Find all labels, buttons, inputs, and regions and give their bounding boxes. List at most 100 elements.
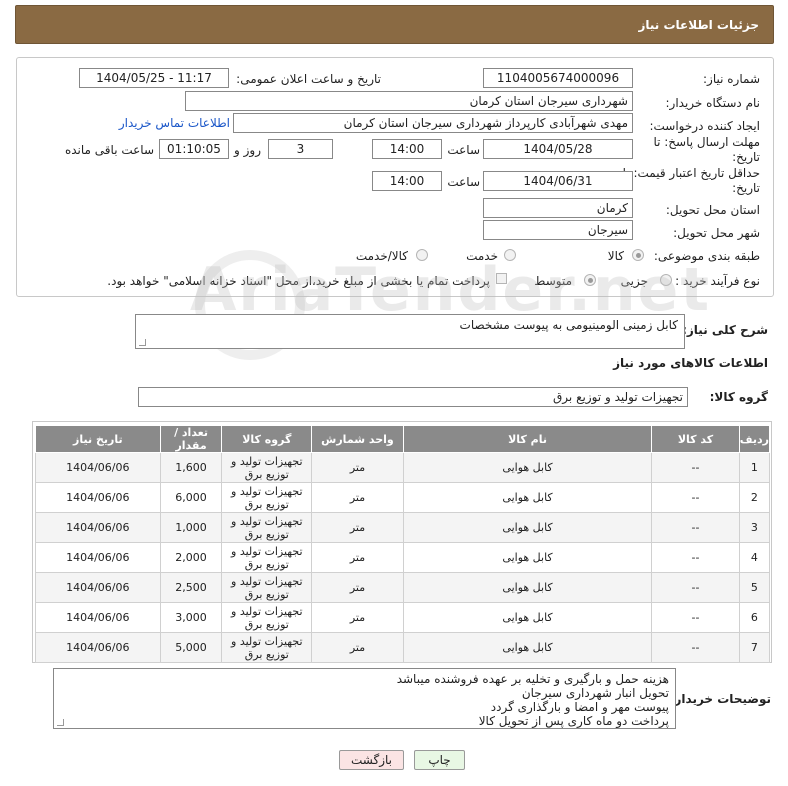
process-radio-minor[interactable] <box>660 274 672 286</box>
goods-table-header: ردیف کد کالا نام کالا واحد شمارش گروه کا… <box>35 425 771 453</box>
cell-quantity: 2,500 <box>159 572 223 603</box>
cell-row-number: 5 <box>738 572 771 603</box>
cell-quantity: 6,000 <box>159 482 223 513</box>
buyer-org-field[interactable]: شهرداری سیرجان استان کرمان <box>185 91 633 111</box>
buyer-notes-line: پیوست مهر و امضا و بارگذاری گردد <box>490 700 669 714</box>
deadline-date-field[interactable]: 1404/05/28 <box>483 139 633 159</box>
table-row[interactable]: 2 -- کابل هوایی متر تجهیزات تولید و توزیع بر… <box>35 482 771 513</box>
treasury-payment-note: پرداخت تمام یا بخشی از مبلغ خرید،از محل … <box>107 274 490 288</box>
cell-need-date: 1404/06/06 <box>35 482 161 513</box>
resize-handle-icon[interactable] <box>57 719 64 726</box>
announce-datetime-field[interactable]: 1404/05/25 - 11:17 <box>79 68 229 88</box>
cell-item-name: کابل هوایی <box>402 632 653 663</box>
cell-row-number: 1 <box>738 452 771 483</box>
need-description-label: شرح کلی نیاز: <box>682 323 768 337</box>
cell-quantity: 3,000 <box>159 602 223 633</box>
price-validity-date-field[interactable]: 1404/06/31 <box>483 171 633 191</box>
col-header-group[interactable]: گروه کالا <box>221 425 313 453</box>
cell-need-date: 1404/06/06 <box>35 632 161 663</box>
deadline-time-field[interactable]: 14:00 <box>372 139 442 159</box>
buyer-notes-line: تحویل انبار شهرداری سیرجان <box>521 686 669 700</box>
cell-row-number: 4 <box>738 542 771 573</box>
col-header-date[interactable]: تاریخ نیاز <box>35 425 161 453</box>
cell-item-code: -- <box>651 602 740 633</box>
deadline-label: مهلت ارسال پاسخ: تا تاریخ: <box>653 135 760 164</box>
cell-item-group: تجهیزات تولید و توزیع برق <box>221 482 313 513</box>
category-radio-goods[interactable] <box>632 249 644 261</box>
province-label: استان محل تحویل: <box>665 203 760 217</box>
days-label: روز و <box>234 143 261 157</box>
buyer-contact-link[interactable]: اطلاعات تماس خریدار <box>119 116 230 130</box>
cell-need-date: 1404/06/06 <box>35 512 161 543</box>
process-radio-medium[interactable] <box>584 274 596 286</box>
goods-group-field[interactable]: تجهیزات تولید و توزیع برق <box>138 387 688 407</box>
cell-quantity: 1,000 <box>159 512 223 543</box>
requester-label: ایجاد کننده درخواست: <box>649 119 760 133</box>
cell-unit: متر <box>311 482 404 513</box>
cell-item-name: کابل هوایی <box>402 482 653 513</box>
buyer-notes-line: پرداخت دو ماه کاری پس از تحویل کالا <box>478 714 669 728</box>
city-field[interactable]: سیرجان <box>483 220 633 240</box>
days-remaining-field[interactable]: 3 <box>268 139 333 159</box>
table-row[interactable]: 3 -- کابل هوایی متر تجهیزات تولید و توزیع بر… <box>35 512 771 543</box>
cell-row-number: 2 <box>738 482 771 513</box>
process-option-medium: متوسط <box>534 274 572 288</box>
cell-item-group: تجهیزات تولید و توزیع برق <box>221 602 313 633</box>
category-option-goods: کالا <box>607 249 624 263</box>
city-label: شهر محل تحویل: <box>673 226 760 240</box>
remaining-time-field[interactable]: 01:10:05 <box>159 139 229 159</box>
cell-item-group: تجهیزات تولید و توزیع برق <box>221 632 313 663</box>
col-header-qty[interactable]: تعداد / مقدار <box>159 425 223 453</box>
cell-row-number: 6 <box>738 602 771 633</box>
goods-section-title: اطلاعات کالاهای مورد نیاز <box>613 356 768 370</box>
cell-item-code: -- <box>651 542 740 573</box>
cell-unit: متر <box>311 452 404 483</box>
col-header-code[interactable]: کد کالا <box>651 425 740 453</box>
need-description-field[interactable]: کابل زمینی الومینیومی به پیوست مشخصات <box>135 314 685 349</box>
cell-unit: متر <box>311 572 404 603</box>
remaining-time-label: ساعت باقی مانده <box>64 143 154 157</box>
cell-item-code: -- <box>651 482 740 513</box>
cell-unit: متر <box>311 602 404 633</box>
cell-item-code: -- <box>651 572 740 603</box>
category-option-service: خدمت <box>466 249 498 263</box>
category-radio-goods-service[interactable] <box>416 249 428 261</box>
table-row[interactable]: 5 -- کابل هوایی متر تجهیزات تولید و توزیع بر… <box>35 572 771 603</box>
province-field[interactable]: کرمان <box>483 198 633 218</box>
col-header-unit[interactable]: واحد شمارش <box>311 425 404 453</box>
cell-item-code: -- <box>651 512 740 543</box>
cell-need-date: 1404/06/06 <box>35 602 161 633</box>
col-header-name[interactable]: نام کالا <box>402 425 653 453</box>
table-row[interactable]: 7 -- کابل هوایی متر تجهیزات تولید و توزیع بر… <box>35 632 771 663</box>
table-row[interactable]: 4 -- کابل هوایی متر تجهیزات تولید و توزیع بر… <box>35 542 771 573</box>
need-number-label: شماره نیاز: <box>703 72 760 86</box>
announce-label: تاریخ و ساعت اعلان عمومی: <box>236 72 381 86</box>
category-option-goods-service: کالا/خدمت <box>355 249 408 263</box>
col-header-row[interactable]: ردیف <box>738 425 771 453</box>
cell-item-name: کابل هوایی <box>402 602 653 633</box>
treasury-payment-checkbox[interactable] <box>496 273 507 284</box>
goods-group-label: گروه کالا: <box>709 390 768 404</box>
resize-handle-icon[interactable] <box>139 339 146 346</box>
table-row[interactable]: 1 -- کابل هوایی متر تجهیزات تولید و توزیع بر… <box>35 452 771 483</box>
cell-item-group: تجهیزات تولید و توزیع برق <box>221 512 313 543</box>
requester-field[interactable]: مهدی شهرآبادی کارپرداز شهرداری سیرجان اس… <box>233 113 633 133</box>
buyer-notes-field[interactable]: هزینه حمل و بارگیری و تخلیه بر عهده فروش… <box>53 668 676 729</box>
page-header: جزئیات اطلاعات نیاز <box>15 5 774 44</box>
cell-need-date: 1404/06/06 <box>35 572 161 603</box>
cell-unit: متر <box>311 542 404 573</box>
table-row[interactable]: 6 -- کابل هوایی متر تجهیزات تولید و توزیع بر… <box>35 602 771 633</box>
process-option-minor: جزیی <box>620 274 648 288</box>
cell-quantity: 2,000 <box>159 542 223 573</box>
page-title: جزئیات اطلاعات نیاز <box>638 18 759 32</box>
category-radio-service[interactable] <box>504 249 516 261</box>
cell-item-name: کابل هوایی <box>402 452 653 483</box>
price-validity-time-label: ساعت <box>447 175 480 189</box>
cell-item-name: کابل هوایی <box>402 542 653 573</box>
print-button[interactable]: چاپ <box>414 750 465 770</box>
price-validity-time-field[interactable]: 14:00 <box>372 171 442 191</box>
back-button[interactable]: بازگشت <box>339 750 404 770</box>
need-number-field[interactable]: 1104005674000096 <box>483 68 633 88</box>
cell-quantity: 5,000 <box>159 632 223 663</box>
cell-item-code: -- <box>651 632 740 663</box>
